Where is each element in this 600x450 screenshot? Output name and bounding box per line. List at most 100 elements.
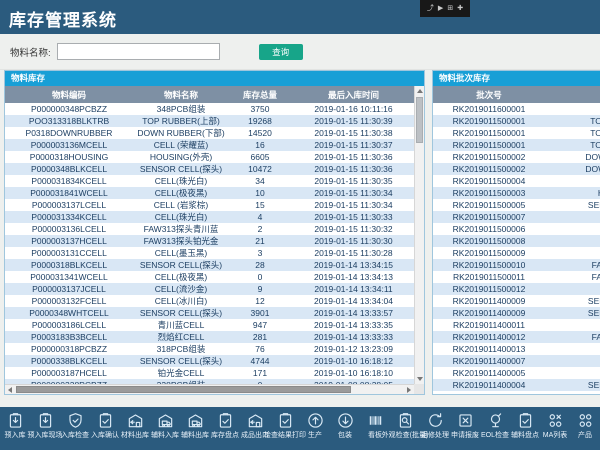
scroll-down-icon[interactable] bbox=[417, 377, 423, 381]
table-row[interactable]: P000003137LCELLCELL (岩浆棕)152019-01-15 11… bbox=[5, 199, 414, 211]
toolbar-item-label: 辅料盘点 bbox=[511, 432, 539, 439]
export-icon[interactable]: ⤴ bbox=[427, 5, 434, 12]
toolbar-item-16[interactable]: 申请报废 bbox=[450, 407, 480, 439]
table-row[interactable]: RK2019011600001348PCB组装 bbox=[433, 103, 600, 115]
toolbar-item-17[interactable]: EOL检查 bbox=[480, 407, 510, 439]
table-row[interactable]: RK2019011500005SENSOR CELL(探头) bbox=[433, 199, 600, 211]
table-row[interactable]: P0000348BLKCELLSENSOR CELL(探头)104722019-… bbox=[5, 163, 414, 175]
table-row[interactable]: RK2019011500001TOP RUBBER(上部) bbox=[433, 115, 600, 127]
table-row[interactable]: RK2019011500001TOP RUBBER(上部) bbox=[433, 127, 600, 139]
table-row[interactable]: P000003131CCELLCELL(墨玉黑)32019-01-15 11:3… bbox=[5, 247, 414, 259]
table-row[interactable]: P000031834KCELLCELL(珠光白)342019-01-15 11:… bbox=[5, 175, 414, 187]
table-row[interactable]: POO313318BLKTRBTOP RUBBER(上部)192682019-0… bbox=[5, 115, 414, 127]
toolbar-item-12[interactable]: 包装 bbox=[330, 407, 360, 439]
table-cell: 烈焰红CELL bbox=[133, 331, 229, 343]
vertical-scrollbar[interactable] bbox=[414, 86, 424, 384]
grid-icon[interactable]: ⊞ bbox=[447, 5, 453, 12]
toolbar-item-4[interactable]: 入库确认 bbox=[90, 407, 120, 439]
table-row[interactable]: RK2019011500002DOWN RUBBER(下部) bbox=[433, 151, 600, 163]
table-row[interactable]: RK2019011500008CELL (岩浆棕) bbox=[433, 235, 600, 247]
table-row[interactable]: RK2019011400007CELL(冰川白) bbox=[433, 355, 600, 367]
table-cell: RK2019011500002 bbox=[433, 163, 545, 175]
vertical-scroll-thumb[interactable] bbox=[416, 97, 423, 143]
capture-overlay[interactable]: ⤴ ▶ ⊞ ✚ bbox=[420, 0, 470, 17]
table-cell: P0000318HOUSING bbox=[5, 151, 133, 163]
table-cell: 2019-01-15 11:30:36 bbox=[291, 163, 414, 175]
table-row[interactable]: RK2019011500009CELL(珠光白) bbox=[433, 247, 600, 259]
toolbar-item-1[interactable]: 预入库 bbox=[0, 407, 30, 439]
table-cell: RK2019011400013 bbox=[433, 343, 545, 355]
scroll-left-icon[interactable] bbox=[8, 387, 12, 393]
toolbar-item-18[interactable]: 辅料盘点 bbox=[510, 407, 540, 439]
toolbar-item-10[interactable]: 检查结果打印 bbox=[270, 407, 300, 439]
table-row[interactable]: RK2019011500004CELL (荣耀蓝) bbox=[433, 175, 600, 187]
toolbar-item-8[interactable]: 库存盘点 bbox=[210, 407, 240, 439]
table-cell: FAW313探头青川蓝 bbox=[545, 259, 600, 271]
toolbar-item-3[interactable]: 入库检查 bbox=[60, 407, 90, 439]
table-row[interactable]: RK2019011500007CELL(珠光白) bbox=[433, 211, 600, 223]
toolbar-item-6[interactable]: 辅料入库 bbox=[150, 407, 180, 439]
table-row[interactable]: P0000348WHTCELLSENSOR CELL(探头)39012019-0… bbox=[5, 307, 414, 319]
table-cell: P000003137HCELL bbox=[5, 235, 133, 247]
table-row[interactable]: P000003132FCELLCELL(冰川白)122019-01-14 13:… bbox=[5, 295, 414, 307]
toolbar-item-19[interactable]: MA列表 bbox=[540, 407, 570, 439]
table-cell: HOUSING(外壳) bbox=[133, 151, 229, 163]
table-cell: P000003186LCELL bbox=[5, 319, 133, 331]
toolbar-item-20[interactable]: 产品 bbox=[570, 407, 600, 439]
table-row[interactable]: P000003186LCELL青川蓝CELL9472019-01-14 13:3… bbox=[5, 319, 414, 331]
table-row[interactable]: RK2019011400009SENSOR CELL(探头) bbox=[433, 307, 600, 319]
table-row[interactable]: P000031341WCELLCELL(极夜黑)02019-01-14 13:3… bbox=[5, 271, 414, 283]
circle-down-icon bbox=[337, 412, 354, 429]
table-row[interactable]: RK2019011500012CELL(墨玉黑) bbox=[433, 283, 600, 295]
table-cell: 2019-01-14 13:33:57 bbox=[291, 307, 414, 319]
toolbar-item-7[interactable]: 辅料出库 bbox=[180, 407, 210, 439]
table-row[interactable]: P000000348PCBZZ348PCB组装37502019-01-16 10… bbox=[5, 103, 414, 115]
scroll-up-icon[interactable] bbox=[417, 89, 423, 93]
table-row[interactable]: P0000338BLKCELLSENSOR CELL(探头)47442019-0… bbox=[5, 355, 414, 367]
horizontal-scroll-thumb[interactable] bbox=[16, 386, 351, 393]
table-row[interactable]: RK2019011400012FAW313探头铂光金 bbox=[433, 331, 600, 343]
table-row[interactable]: RK2019011500006CELL(极夜黑) bbox=[433, 223, 600, 235]
table-row[interactable]: P000003136MCELLCELL (荣耀蓝)162019-01-15 11… bbox=[5, 139, 414, 151]
pin-icon[interactable]: ✚ bbox=[457, 5, 463, 12]
table-row[interactable]: P000000318PCBZZ318PCB组装762019-01-12 13:2… bbox=[5, 343, 414, 355]
table-cell: 2019-01-15 11:30:38 bbox=[291, 127, 414, 139]
table-row[interactable]: P0318DOWNRUBBERDOWN RUBBER(下部)145202019-… bbox=[5, 127, 414, 139]
table-row[interactable]: P000031841WCELLCELL(极夜黑)102019-01-15 11:… bbox=[5, 187, 414, 199]
toolbar-item-5[interactable]: 材料出库 bbox=[120, 407, 150, 439]
table-cell: CELL (岩浆棕) bbox=[545, 367, 600, 379]
table-row[interactable]: RK2019011400005CELL (岩浆棕) bbox=[433, 367, 600, 379]
toolbar-item-2[interactable]: 预入库现场 bbox=[30, 407, 60, 439]
table-row[interactable]: RK2019011500003HOUSING(外壳) bbox=[433, 187, 600, 199]
table-row[interactable]: RK2019011500001TOP RUBBER(上部) bbox=[433, 139, 600, 151]
query-button[interactable]: 查询 bbox=[259, 44, 303, 60]
table-cell: P000003131CCELL bbox=[5, 247, 133, 259]
table-row[interactable]: P0003183B3BCELL烈焰红CELL2812019-01-14 13:3… bbox=[5, 331, 414, 343]
toolbar-item-14[interactable]: 外观检查(批量) bbox=[390, 407, 420, 439]
toolbar-item-11[interactable]: 生产 bbox=[300, 407, 330, 439]
table-row[interactable]: RK2019011400011CELL(流沙金) bbox=[433, 319, 600, 331]
toolbar-item-15[interactable]: 返修处理 bbox=[420, 407, 450, 439]
table-row[interactable]: RK2019011400004SENSOR CELL(探头) bbox=[433, 379, 600, 391]
table-row[interactable]: P0000318HOUSINGHOUSING(外壳)66052019-01-15… bbox=[5, 151, 414, 163]
table-row[interactable]: RK2019011400004SENSOR CELL(探头) bbox=[433, 391, 600, 394]
table-row[interactable]: P0000318BLKCELLSENSOR CELL(探头)282019-01-… bbox=[5, 259, 414, 271]
table-cell: RK2019011500009 bbox=[433, 247, 545, 259]
table-cell: CELL(极夜黑) bbox=[545, 223, 600, 235]
table-cell: 6605 bbox=[229, 151, 291, 163]
table-row[interactable]: RK2019011400013CELL (荣耀蓝) bbox=[433, 343, 600, 355]
table-row[interactable]: RK2019011500011FAW313探头铂光金 bbox=[433, 271, 600, 283]
table-row[interactable]: P000003187HCELL铂光金CELL1712019-01-10 16:1… bbox=[5, 367, 414, 379]
material-name-input[interactable] bbox=[57, 43, 220, 60]
table-row[interactable]: P000031334KCELLCELL(珠光白)42019-01-15 11:3… bbox=[5, 211, 414, 223]
play-icon[interactable]: ▶ bbox=[438, 5, 443, 12]
table-cell: RK2019011600001 bbox=[433, 103, 545, 115]
horizontal-scrollbar[interactable] bbox=[5, 384, 414, 394]
table-row[interactable]: P000003137JCELLCELL(流沙金)92019-01-14 13:3… bbox=[5, 283, 414, 295]
table-row[interactable]: P000003137HCELLFAW313探头铂光金212019-01-15 1… bbox=[5, 235, 414, 247]
table-row[interactable]: P000003136LCELLFAW313探头青川蓝22019-01-15 11… bbox=[5, 223, 414, 235]
table-row[interactable]: RK2019011500010FAW313探头青川蓝 bbox=[433, 259, 600, 271]
table-row[interactable]: RK2019011500002DOWN RUBBER(下部) bbox=[433, 163, 600, 175]
table-row[interactable]: RK2019011400009SENSOR CELL(探头) bbox=[433, 295, 600, 307]
scroll-right-icon[interactable] bbox=[407, 387, 411, 393]
